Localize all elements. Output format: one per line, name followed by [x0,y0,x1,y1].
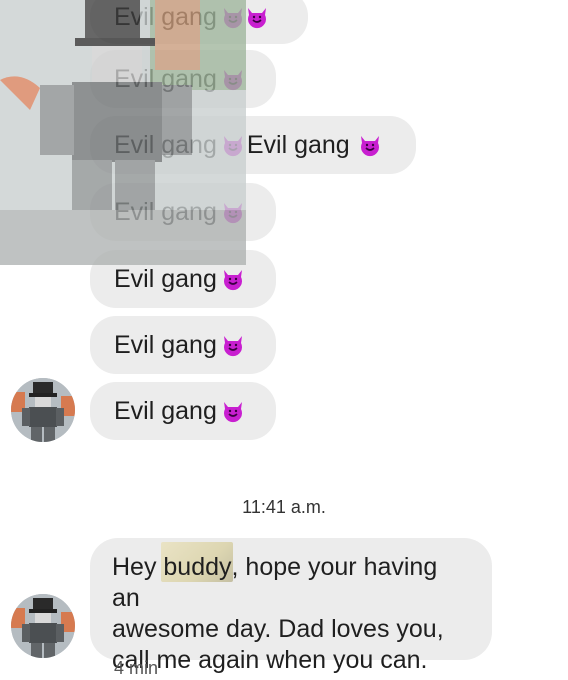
message-bubble[interactable]: Evil gang [90,316,276,374]
smiling-devil-icon [223,70,242,91]
smiling-devil-icon [223,203,242,224]
message-text: Evil gang [114,64,217,93]
highlighted-word: buddy [161,542,234,583]
message-text: Evil gang [114,330,217,359]
avatar[interactable] [11,594,75,658]
message-timestamp: 4 min [114,658,159,678]
message-bubble[interactable]: Evil gang [90,183,276,241]
message-text: Hey [112,553,164,581]
timestamp-separator: 11:41 a.m. [242,497,326,517]
message-bubble[interactable]: Hey buddy, hope your having an awesome d… [90,538,492,674]
message-text: Evil gang [114,130,217,159]
message-bubble[interactable]: Evil gang Evil gang [90,116,416,174]
smiling-devil-icon [223,402,242,423]
message-text: Evil gang [114,264,217,293]
message-bubble[interactable]: Evil gang [90,250,276,308]
message-text: Evil gang [246,130,350,159]
smiling-devil-icon [223,136,242,157]
message-bubble[interactable]: Evil gang [90,50,276,108]
avatar-image [11,594,75,658]
avatar-image [11,378,75,442]
smiling-devil-icon [223,270,242,291]
smiling-devil-icon [360,136,379,157]
highlighted-word-text: buddy [163,553,232,581]
message-line: call me again when you can. [112,646,428,674]
message-text: Evil gang [114,197,217,226]
smiling-devil-icon [247,8,266,29]
message-bubble[interactable]: Evil gang [90,0,308,44]
smiling-devil-icon [223,336,242,357]
message-line: Hey buddy, hope your having an [112,542,470,614]
message-bubble[interactable]: Evil gang [90,382,276,440]
message-text: Evil gang [114,396,217,425]
smiling-devil-icon [223,8,242,29]
avatar[interactable] [11,378,75,442]
message-line: awesome day. Dad loves you, [112,615,444,643]
message-text: Evil gang [114,2,217,31]
